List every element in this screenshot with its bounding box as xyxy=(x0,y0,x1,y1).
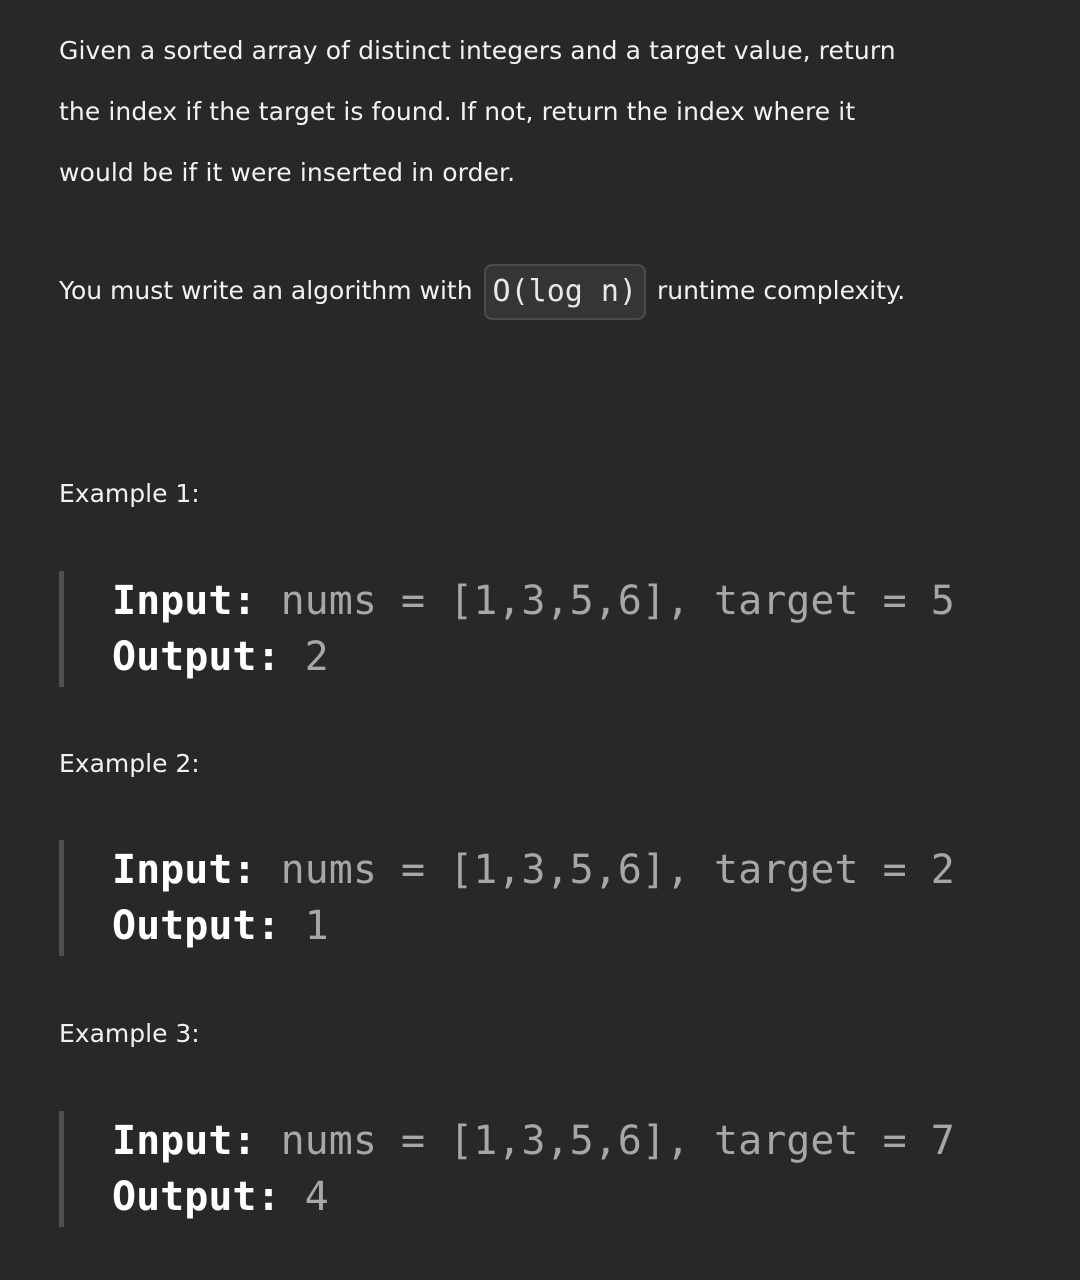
example-1-output-label: Output: xyxy=(112,634,281,680)
description-line-1: Given a sorted array of distinct integer… xyxy=(59,36,896,65)
description-line-3: would be if it were inserted in order. xyxy=(59,158,516,187)
example-1-code-block: Input: nums = [1,3,5,6], target = 5 Outp… xyxy=(59,571,1019,687)
example-2-output-label: Output: xyxy=(112,903,281,949)
example-1-input-value: nums = [1,3,5,6], target = 5 xyxy=(256,578,955,624)
example-2-input-label: Input: xyxy=(112,847,257,893)
description-line-2: the index if the target is found. If not… xyxy=(59,97,856,126)
example-1-input-label: Input: xyxy=(112,578,257,624)
example-3-output-label: Output: xyxy=(112,1174,281,1220)
example-3-code-block: Input: nums = [1,3,5,6], target = 7 Outp… xyxy=(59,1111,1019,1227)
example-2-input-value: nums = [1,3,5,6], target = 2 xyxy=(256,847,955,893)
complexity-code: O(log n) xyxy=(483,264,647,320)
example-3-input-value: nums = [1,3,5,6], target = 7 xyxy=(256,1118,955,1164)
example-2-output-value: 1 xyxy=(280,903,329,949)
example-1-output-value: 2 xyxy=(280,634,329,680)
example-3-input-label: Input: xyxy=(112,1118,257,1164)
example-1-heading: Example 1: xyxy=(59,479,200,508)
complexity-suffix: runtime complexity. xyxy=(656,276,906,305)
complexity-requirement: You must write an algorithm with O(log n… xyxy=(59,261,1029,321)
example-2-heading: Example 2: xyxy=(59,749,200,778)
complexity-prefix: You must write an algorithm with xyxy=(59,276,473,305)
description-text: Given a sorted array of distinct integer… xyxy=(59,20,1029,203)
example-2-code-block: Input: nums = [1,3,5,6], target = 2 Outp… xyxy=(59,840,1019,956)
example-3-output-value: 4 xyxy=(280,1174,329,1220)
problem-description: Given a sorted array of distinct integer… xyxy=(59,20,1029,321)
example-3-heading: Example 3: xyxy=(59,1019,200,1048)
